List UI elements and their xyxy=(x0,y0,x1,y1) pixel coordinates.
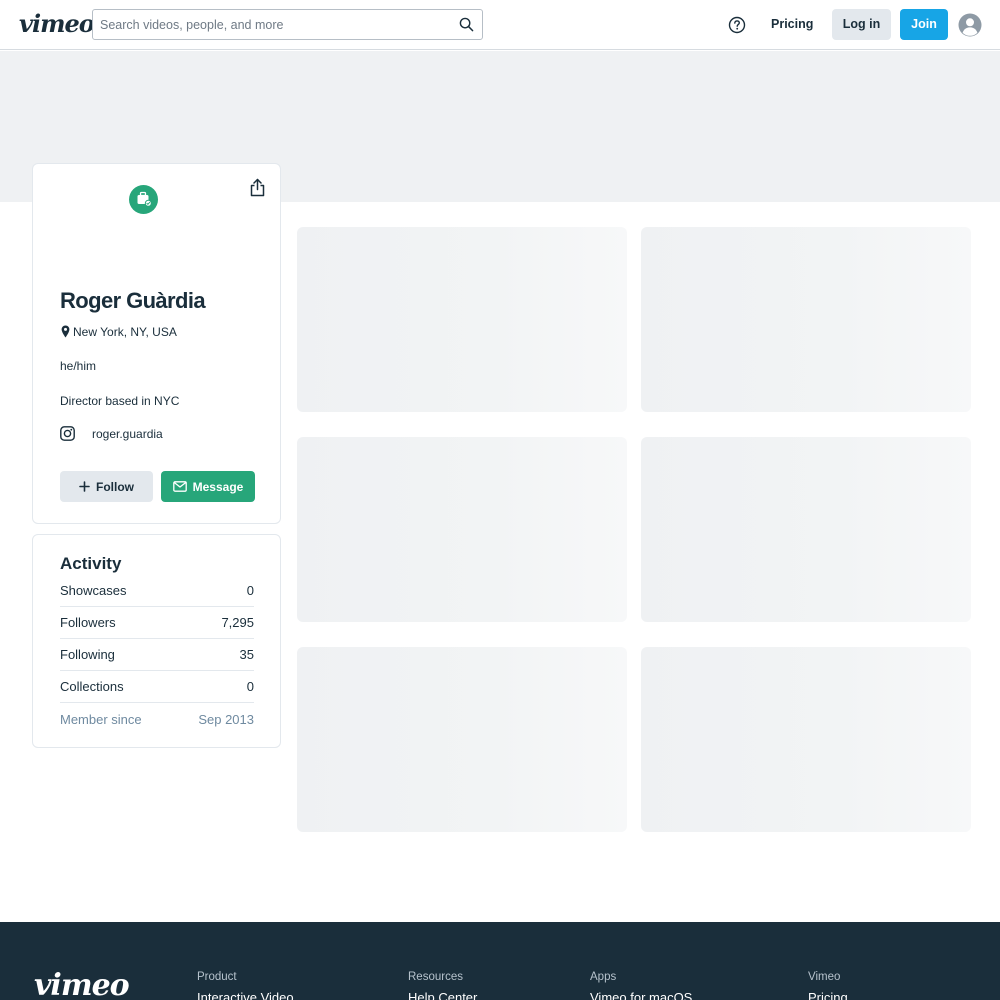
join-button[interactable]: Join xyxy=(900,9,948,40)
stat-value: 0 xyxy=(246,679,254,694)
plus-icon xyxy=(79,481,90,492)
stat-followers[interactable]: Followers 7,295 xyxy=(60,607,254,639)
envelope-icon xyxy=(172,481,187,492)
footer-link[interactable]: Pricing xyxy=(808,990,848,1000)
briefcase-icon xyxy=(137,191,152,207)
help-icon[interactable] xyxy=(728,16,746,34)
video-placeholder xyxy=(641,227,971,412)
stat-value: Sep 2013 xyxy=(198,711,254,727)
video-placeholder xyxy=(297,437,627,622)
video-placeholder xyxy=(641,437,971,622)
footer: vimeo Product Interactive Video Resource… xyxy=(0,922,1000,1000)
stat-following[interactable]: Following 35 xyxy=(60,639,254,671)
search-icon[interactable] xyxy=(459,17,474,32)
stat-label: Collections xyxy=(60,679,124,694)
footer-link[interactable]: Help Center xyxy=(408,990,477,1000)
footer-column-product: Product Interactive Video xyxy=(197,971,294,1000)
footer-heading: Product xyxy=(197,971,237,983)
footer-heading: Apps xyxy=(590,971,617,983)
video-placeholder xyxy=(297,647,627,832)
verified-badge xyxy=(129,185,158,214)
stat-value: 35 xyxy=(239,647,254,662)
stat-value: 0 xyxy=(246,583,254,598)
activity-title: Activity xyxy=(60,554,122,573)
profile-bio: Director based in NYC xyxy=(60,394,180,408)
search-box[interactable] xyxy=(92,9,483,40)
pricing-link[interactable]: Pricing xyxy=(771,17,813,31)
message-label: Message xyxy=(192,479,244,494)
video-placeholder xyxy=(641,647,971,832)
stat-collections[interactable]: Collections 0 xyxy=(60,671,254,703)
stat-showcases[interactable]: Showcases 0 xyxy=(60,575,254,607)
search-input[interactable] xyxy=(93,10,443,39)
stat-label: Followers xyxy=(60,615,116,630)
stat-label: Member since xyxy=(60,711,142,727)
footer-heading: Resources xyxy=(408,971,463,983)
activity-card: Activity Showcases 0 Followers 7,295 Fol… xyxy=(32,534,281,748)
profile-card: Roger Guàrdia New York, NY, USA he/him D… xyxy=(32,163,281,524)
stat-label: Following xyxy=(60,647,115,662)
activity-stats: Showcases 0 Followers 7,295 Following 35… xyxy=(60,575,254,735)
message-button[interactable]: Message xyxy=(161,471,255,502)
footer-link[interactable]: Interactive Video xyxy=(197,990,294,1000)
vimeo-logo[interactable]: vimeo xyxy=(19,9,95,38)
stat-member-since: Member since Sep 2013 xyxy=(60,703,254,735)
top-nav: vimeo Pricing Log in Join xyxy=(0,0,1000,50)
profile-location: New York, NY, USA xyxy=(73,325,177,339)
location-pin-icon xyxy=(61,325,70,338)
footer-column-resources: Resources Help Center xyxy=(408,971,477,1000)
footer-vimeo-logo[interactable]: vimeo xyxy=(34,968,130,1000)
footer-column-apps: Apps Vimeo for macOS xyxy=(590,971,692,1000)
instagram-link[interactable]: roger.guardia xyxy=(92,427,163,441)
share-icon[interactable] xyxy=(249,178,266,197)
footer-link[interactable]: Vimeo for macOS xyxy=(590,990,692,1000)
footer-column-vimeo: Vimeo Pricing xyxy=(808,971,848,1000)
footer-heading: Vimeo xyxy=(808,971,841,983)
stat-value: 7,295 xyxy=(221,615,254,630)
instagram-icon[interactable] xyxy=(60,426,75,441)
profile-name: Roger Guàrdia xyxy=(60,288,206,313)
stat-label: Showcases xyxy=(60,583,127,598)
profile-pronouns: he/him xyxy=(60,359,97,373)
video-placeholder xyxy=(297,227,627,412)
login-button[interactable]: Log in xyxy=(832,9,891,40)
follow-button[interactable]: Follow xyxy=(60,471,153,502)
user-avatar-icon[interactable] xyxy=(958,13,982,37)
follow-label: Follow xyxy=(96,479,134,494)
